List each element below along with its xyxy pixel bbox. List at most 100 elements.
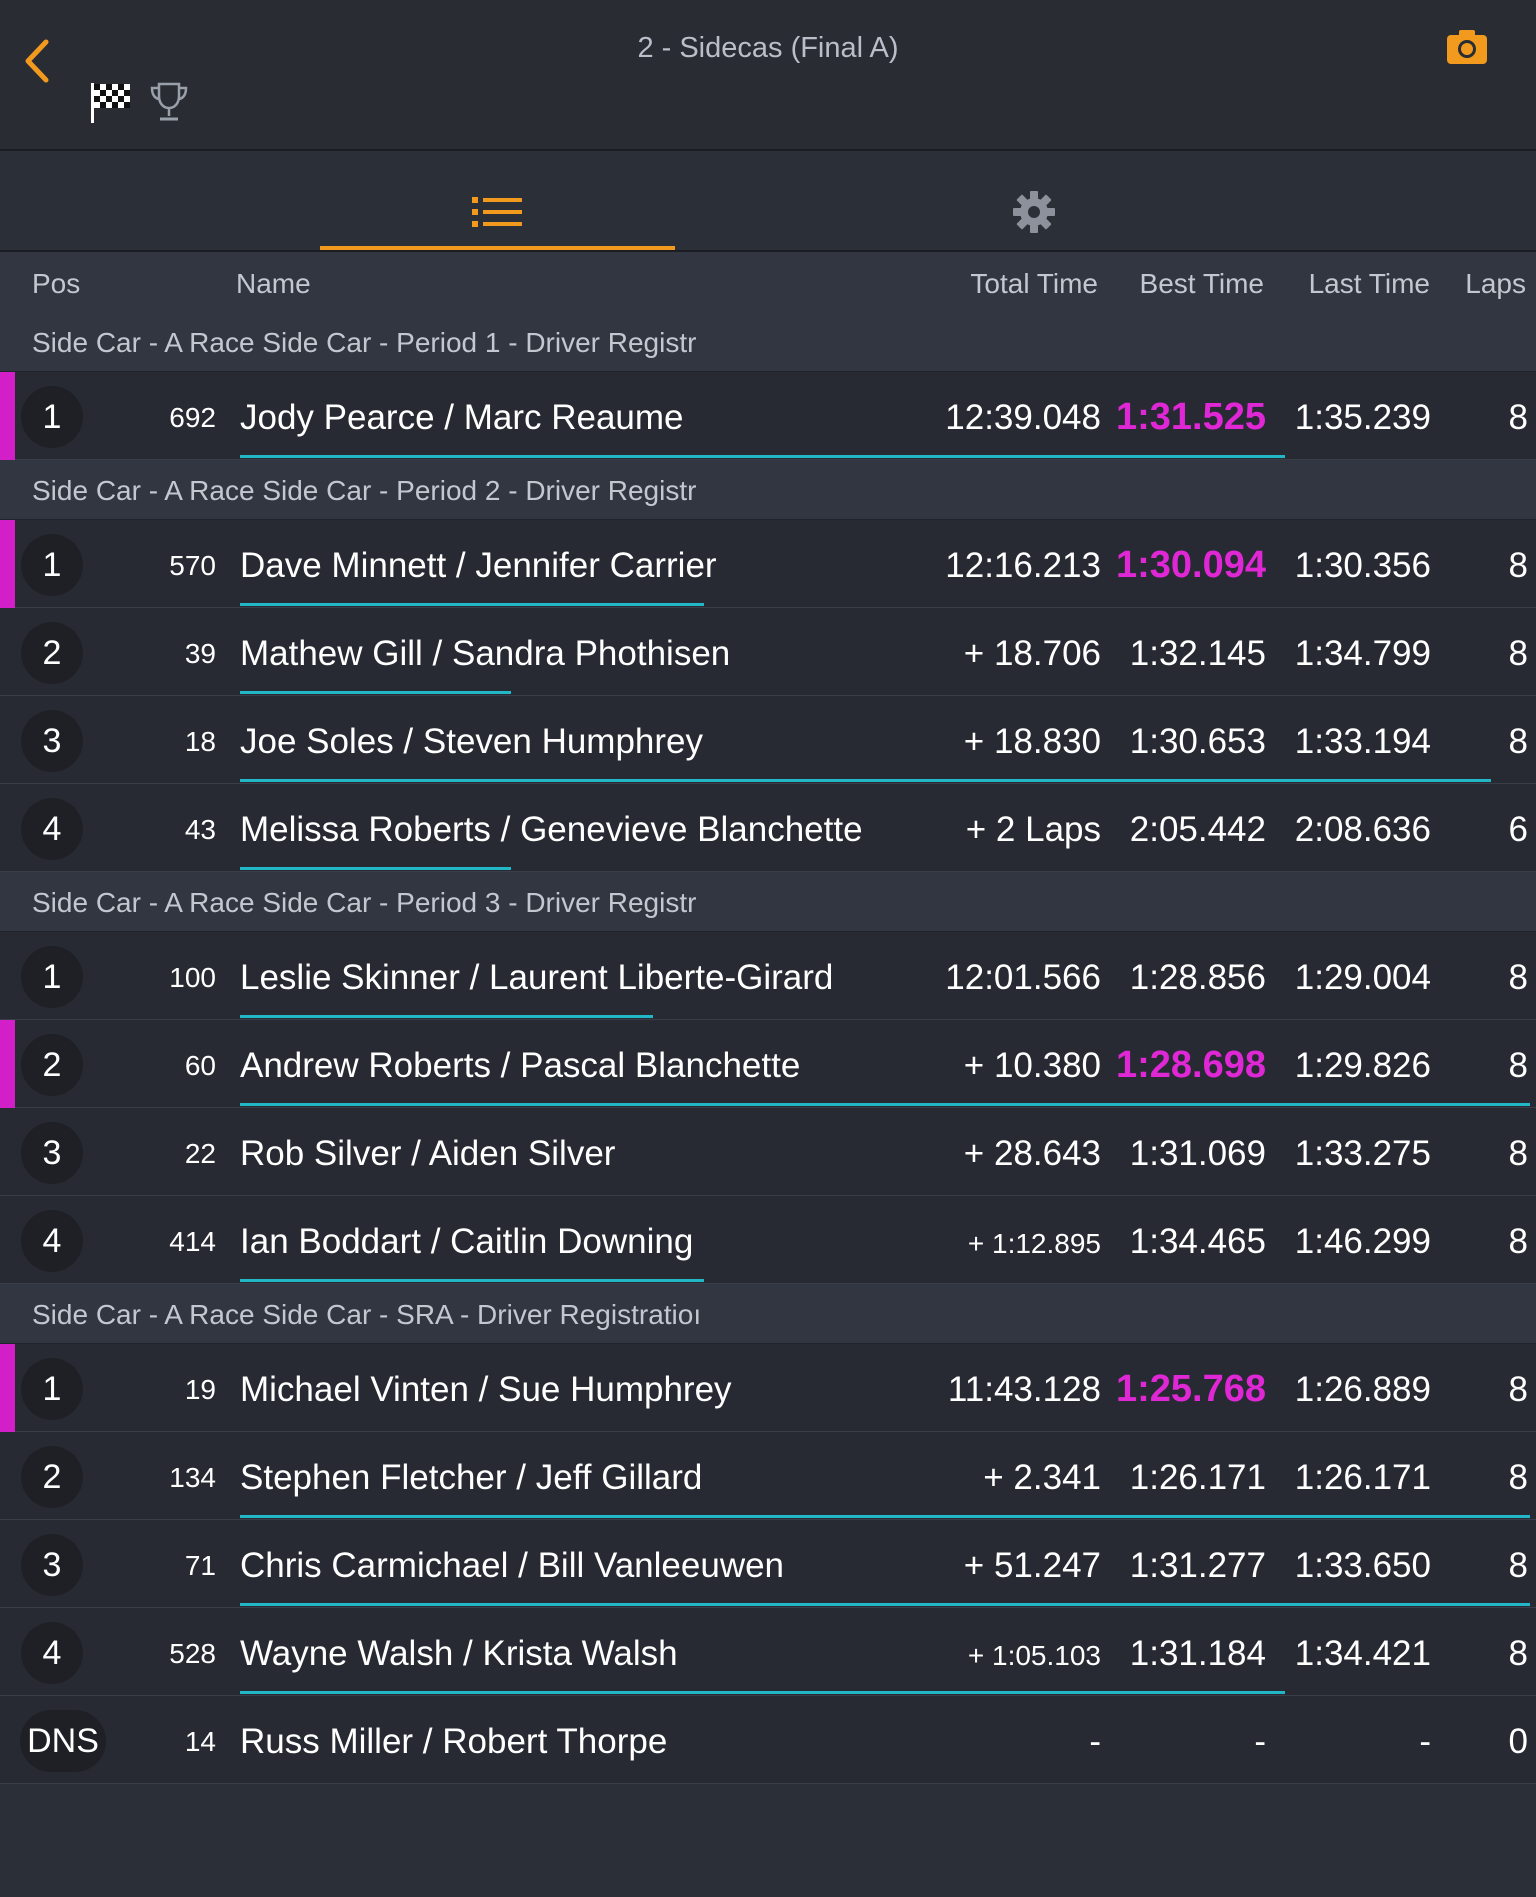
position-badge: 1 xyxy=(21,386,83,448)
result-row[interactable]: 1 570 Dave Minnett / Jennifer Carrier 12:16… xyxy=(0,520,1536,608)
position-badge: 3 xyxy=(21,1122,83,1184)
last-time: 2:08.636 xyxy=(1294,810,1431,849)
group-header: Side Car - A Race Side Car - Period 3 - … xyxy=(0,872,1536,932)
result-row[interactable]: 4 528 Wayne Walsh / Krista Walsh + 1:05.103… xyxy=(0,1608,1536,1696)
total-time: + 51.247 xyxy=(963,1546,1101,1585)
driver-names: Melissa Roberts / Genevieve Blanchette xyxy=(240,810,863,849)
laps-count: 8 xyxy=(1508,1634,1528,1673)
fastest-lap-marker xyxy=(0,520,15,608)
group-title: Side Car - A Race Side Car - Period 3 - … xyxy=(32,887,697,918)
column-total-time: Total Time xyxy=(970,268,1098,299)
result-row[interactable]: 1 19 Michael Vinten / Sue Humphrey 11:43.12… xyxy=(0,1344,1536,1432)
last-time: 1:30.356 xyxy=(1294,546,1431,585)
best-time: 1:32.145 xyxy=(1129,634,1266,673)
result-row[interactable]: 2 60 Andrew Roberts / Pascal Blanchette + 1… xyxy=(0,1020,1536,1108)
progress-bar xyxy=(240,1103,1530,1106)
best-time: - xyxy=(1254,1722,1266,1761)
result-row[interactable]: DNS 14 Russ Miller / Robert Thorpe - - - 0 xyxy=(0,1696,1536,1784)
tab-bar xyxy=(0,151,1536,252)
top-bar: 2 - Sidecas (Final A) xyxy=(0,0,1536,151)
driver-names: Mathew Gill / Sandra Phothisen xyxy=(240,634,731,673)
column-header-row: Pos Name Total Time Best Time Last Time … xyxy=(0,252,1536,312)
best-time: 1:30.653 xyxy=(1129,722,1266,761)
last-time: 1:34.421 xyxy=(1294,1634,1431,1673)
total-time: 12:01.566 xyxy=(945,958,1101,997)
last-time: 1:26.171 xyxy=(1294,1458,1431,1497)
driver-names: Russ Miller / Robert Thorpe xyxy=(240,1722,668,1761)
best-time: 1:31.277 xyxy=(1129,1546,1266,1585)
best-time: 1:31.069 xyxy=(1129,1134,1266,1173)
group-header: Side Car - A Race Side Car - Period 1 - … xyxy=(0,312,1536,372)
camera-icon[interactable] xyxy=(1446,28,1488,66)
best-time: 1:31.525 xyxy=(1115,396,1266,438)
kart-number: 18 xyxy=(184,726,216,757)
group-title: Side Car - A Race Side Car - SRA - Drive… xyxy=(32,1299,702,1330)
progress-bar xyxy=(240,1603,1530,1606)
column-last-time: Last Time xyxy=(1308,268,1430,299)
progress-bar xyxy=(240,779,1491,782)
driver-names: Dave Minnett / Jennifer Carrier xyxy=(240,546,717,585)
driver-names: Ian Boddart / Caitlin Downing xyxy=(240,1222,694,1261)
position-badge: 3 xyxy=(21,1534,83,1596)
best-time: 1:30.094 xyxy=(1115,544,1266,586)
kart-number: 71 xyxy=(184,1550,216,1581)
position-badge: 2 xyxy=(21,1446,83,1508)
position-badge: DNS xyxy=(20,1710,106,1772)
progress-bar xyxy=(240,1279,704,1282)
best-time: 1:31.184 xyxy=(1129,1634,1266,1673)
best-time: 1:25.768 xyxy=(1115,1368,1266,1410)
position-badge: 1 xyxy=(21,946,83,1008)
total-time: + 18.706 xyxy=(963,634,1101,673)
laps-count: 8 xyxy=(1508,1370,1528,1409)
best-time: 1:34.465 xyxy=(1129,1222,1266,1261)
driver-names: Wayne Walsh / Krista Walsh xyxy=(240,1634,678,1673)
total-time: + 1:12.895 xyxy=(967,1228,1101,1259)
position-badge: 1 xyxy=(21,534,83,596)
kart-number: 570 xyxy=(169,550,216,581)
result-row[interactable]: 1 692 Jody Pearce / Marc Reaume 12:39.048 1:… xyxy=(0,372,1536,460)
best-time: 1:28.856 xyxy=(1129,958,1266,997)
last-time: 1:33.650 xyxy=(1294,1546,1431,1585)
position-badge: 2 xyxy=(21,622,83,684)
result-row[interactable]: 1 100 Leslie Skinner / Laurent Liberte-Gir… xyxy=(0,932,1536,1020)
kart-number: 100 xyxy=(169,962,216,993)
result-row[interactable]: 4 414 Ian Boddart / Caitlin Downing + 1:12.… xyxy=(0,1196,1536,1284)
position-badge: 2 xyxy=(21,1034,83,1096)
driver-names: Stephen Fletcher / Jeff Gillard xyxy=(240,1458,703,1497)
kart-number: 60 xyxy=(184,1050,216,1081)
group-title: Side Car - A Race Side Car - Period 2 - … xyxy=(32,475,697,506)
kart-number: 692 xyxy=(169,402,216,433)
result-row[interactable]: 3 22 Rob Silver / Aiden Silver + 28.643 1:31… xyxy=(0,1108,1536,1196)
position-badge: 3 xyxy=(21,710,83,772)
results-list[interactable]: Side Car - A Race Side Car - Period 1 - … xyxy=(0,312,1536,1784)
kart-number: 19 xyxy=(184,1374,216,1405)
result-row[interactable]: 4 43 Melissa Roberts / Genevieve Blanchett… xyxy=(0,784,1536,872)
kart-number: 528 xyxy=(169,1638,216,1669)
result-row[interactable]: 2 134 Stephen Fletcher / Jeff Gillard + 2.3… xyxy=(0,1432,1536,1520)
column-best-time: Best Time xyxy=(1139,268,1264,299)
progress-bar xyxy=(240,1515,1530,1518)
result-row[interactable]: 2 39 Mathew Gill / Sandra Phothisen + 18.70… xyxy=(0,608,1536,696)
page-title: 2 - Sidecas (Final A) xyxy=(637,32,899,64)
driver-names: Chris Carmichael / Bill Vanleeuwen xyxy=(240,1546,785,1585)
driver-names: Michael Vinten / Sue Humphrey xyxy=(240,1370,732,1409)
group-title: Side Car - A Race Side Car - Period 1 - … xyxy=(32,327,697,358)
position-badge: 4 xyxy=(21,798,83,860)
last-time: 1:29.004 xyxy=(1294,958,1431,997)
best-time: 1:28.698 xyxy=(1115,1044,1266,1086)
result-row[interactable]: 3 18 Joe Soles / Steven Humphrey + 18.830 1:… xyxy=(0,696,1536,784)
progress-bar xyxy=(240,1015,653,1018)
trophy-icon[interactable] xyxy=(148,80,190,124)
progress-bar xyxy=(240,603,704,606)
laps-count: 8 xyxy=(1508,634,1528,673)
last-time: 1:33.275 xyxy=(1294,1134,1431,1173)
laps-count: 0 xyxy=(1508,1722,1528,1761)
tab-settings[interactable] xyxy=(675,151,1055,250)
checkered-flag-icon[interactable] xyxy=(88,80,132,124)
tab-results-list[interactable] xyxy=(320,151,675,250)
laps-count: 8 xyxy=(1508,1546,1528,1585)
result-row[interactable]: 3 71 Chris Carmichael / Bill Vanleeuwen + 5… xyxy=(0,1520,1536,1608)
laps-count: 8 xyxy=(1508,722,1528,761)
kart-number: 14 xyxy=(184,1726,216,1757)
driver-names: Jody Pearce / Marc Reaume xyxy=(240,398,684,437)
